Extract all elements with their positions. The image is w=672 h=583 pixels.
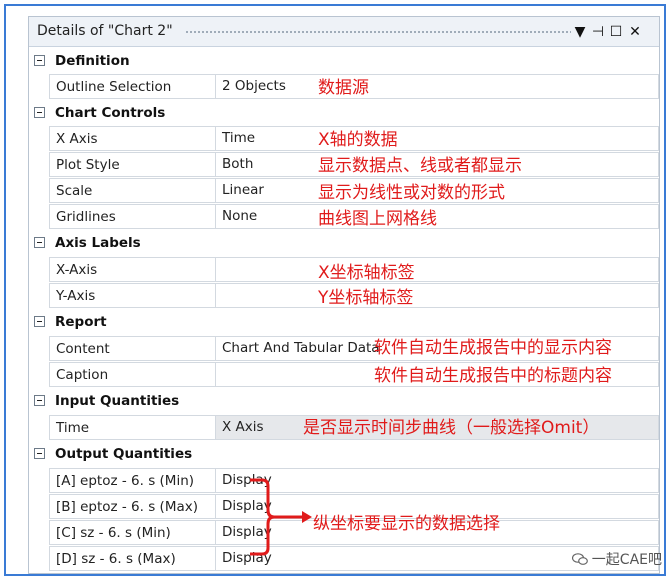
property-name: Time [49,415,216,440]
annotation-outline-selection: 数据源 [318,78,369,98]
annotation-gridlines: 曲线图上网格线 [318,209,437,229]
property-name: X-Axis [49,257,216,282]
property-name: Y-Axis [49,283,216,308]
property-name: [A] eptoz - 6. s (Min) [49,468,216,493]
panel-titlebar: Details of "Chart 2" ▼ ⊣ ☐ ✕ [29,17,659,47]
property-value[interactable]: X Axis [222,419,264,435]
collapse-icon[interactable] [34,55,45,66]
property-value-cell[interactable] [216,126,659,151]
property-name: X Axis [49,126,216,151]
section-label: Chart Controls [55,105,166,121]
property-name: Content [49,336,216,361]
panel-title: Details of "Chart 2" [37,23,173,39]
property-name: Outline Selection [49,74,216,99]
section-label: Report [55,314,107,330]
property-value[interactable]: Chart And Tabular Data [222,340,380,356]
collapse-icon[interactable] [34,448,45,459]
drag-grip[interactable] [185,30,571,34]
section-output-quantities[interactable]: Output Quantities [29,441,659,467]
section-label: Definition [55,53,130,69]
property-name: [D] sz - 6. s (Max) [49,546,216,571]
collapse-icon[interactable] [34,395,45,406]
brace-arrow-icon [250,478,312,556]
maximize-icon[interactable]: ☐ [607,22,625,42]
property-name: [B] eptoz - 6. s (Max) [49,494,216,519]
annotation-caption: 软件自动生成报告中的标题内容 [374,366,612,386]
watermark-text: 一起CAE吧 [591,552,662,568]
property-value[interactable]: Time [222,130,255,146]
annotation-output-quantities: 纵坐标要显示的数据选择 [313,514,500,534]
section-label: Output Quantities [55,446,193,462]
collapse-icon[interactable] [34,316,45,327]
section-chart-controls[interactable]: Chart Controls [29,100,659,126]
watermark: 一起CAE吧 [571,549,662,569]
row-output-a[interactable]: [A] eptoz - 6. s (Min) Display [49,468,659,494]
property-value[interactable]: 2 Objects [222,78,286,94]
property-value[interactable]: Linear [222,182,264,198]
annotation-plot-style: 显示数据点、线或者都显示 [318,156,522,176]
property-value[interactable]: Both [222,156,253,172]
property-value-cell[interactable] [216,257,659,282]
property-value[interactable]: None [222,208,257,224]
annotation-x-axis-label: X坐标轴标签 [318,263,415,283]
section-definition[interactable]: Definition [29,48,659,74]
section-axis-labels[interactable]: Axis Labels [29,230,659,256]
property-name: Gridlines [49,204,216,229]
dropdown-icon[interactable]: ▼ [571,22,589,42]
collapse-icon[interactable] [34,237,45,248]
annotation-scale: 显示为线性或对数的形式 [318,183,505,203]
property-name: Scale [49,178,216,203]
close-icon[interactable]: ✕ [626,22,644,42]
annotation-y-axis-label: Y坐标轴标签 [318,288,414,308]
annotation-input-time: 是否显示时间步曲线（一般选择Omit） [303,418,600,438]
row-output-d[interactable]: [D] sz - 6. s (Max) Display [49,546,659,572]
property-name: Plot Style [49,152,216,177]
section-report[interactable]: Report [29,309,659,335]
property-value-cell[interactable] [216,204,659,229]
wechat-icon [571,553,588,565]
section-input-quantities[interactable]: Input Quantities [29,388,659,414]
property-name: Caption [49,362,216,387]
annotation-content: 软件自动生成报告中的显示内容 [374,338,612,358]
property-value-cell[interactable] [216,283,659,308]
annotation-x-axis: X轴的数据 [318,130,398,150]
collapse-icon[interactable] [34,107,45,118]
section-label: Input Quantities [55,393,180,409]
section-label: Axis Labels [55,235,141,251]
pin-icon[interactable]: ⊣ [589,22,607,42]
property-name: [C] sz - 6. s (Min) [49,520,216,545]
